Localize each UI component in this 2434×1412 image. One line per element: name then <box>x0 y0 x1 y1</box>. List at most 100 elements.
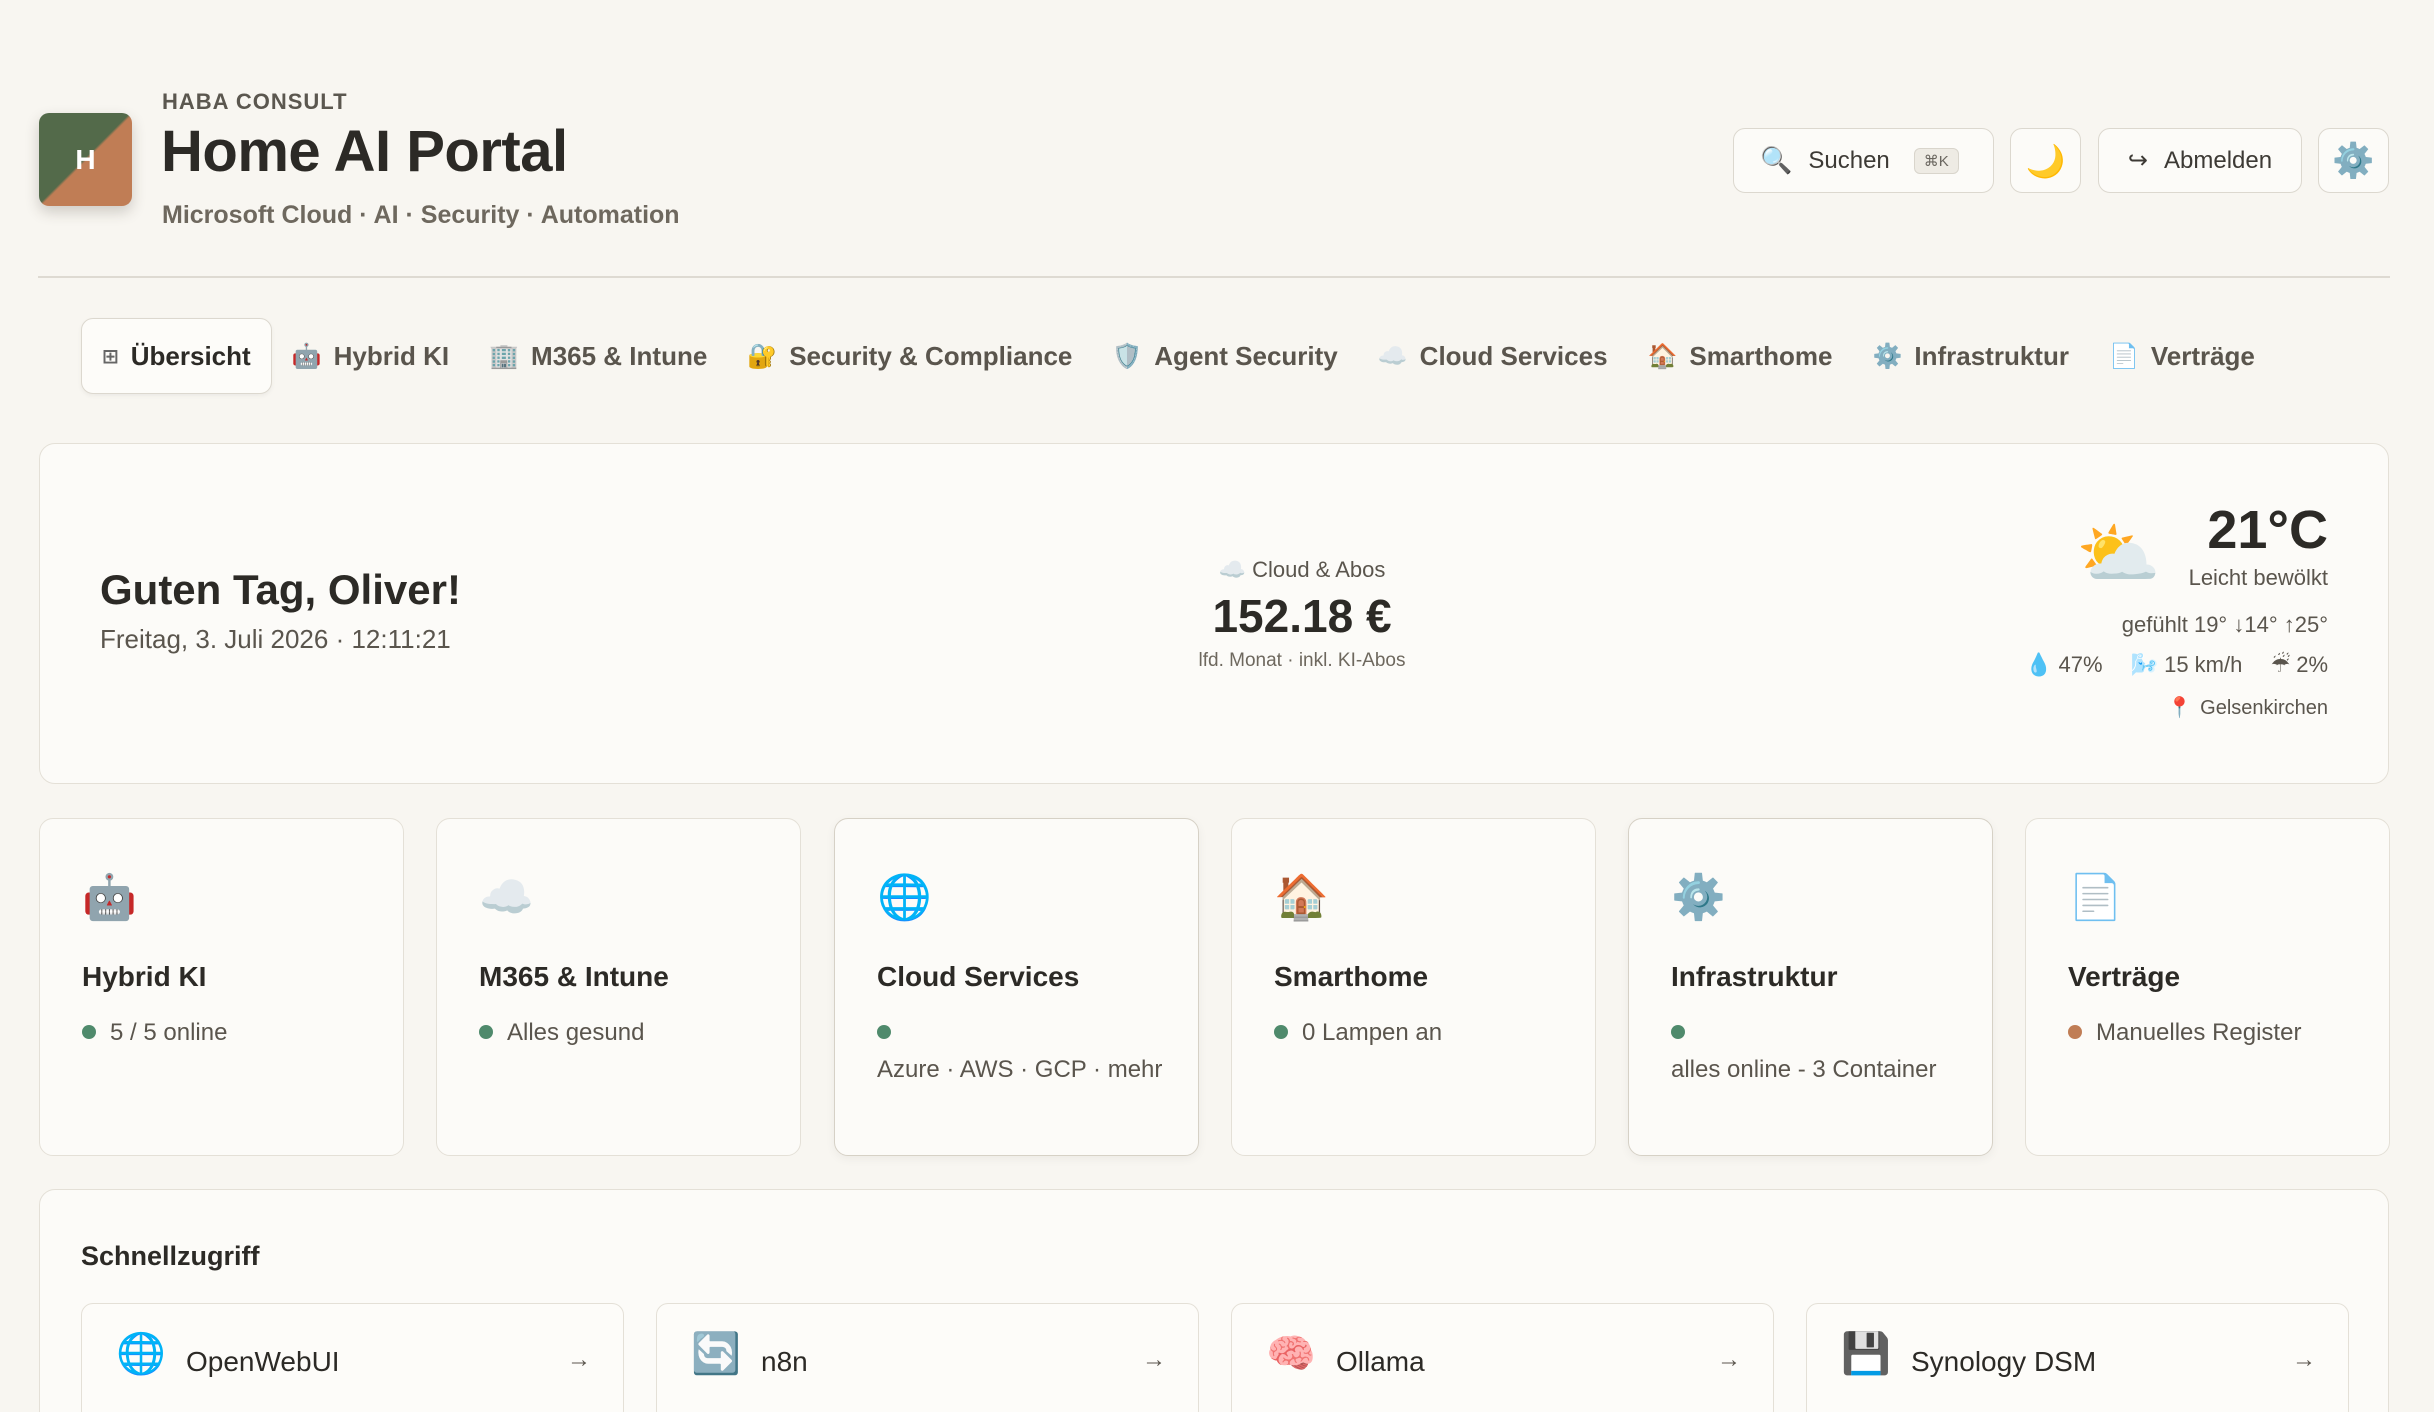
shield-icon: 🛡️ <box>1112 342 1143 370</box>
status-dot <box>2068 1025 2082 1039</box>
service-card-cloud-services[interactable]: 🌐 Cloud Services Azure · AWS · GCP · meh… <box>834 818 1199 1156</box>
location-pin-icon: 📍 <box>2167 697 2193 719</box>
tab-smarthome[interactable]: 🏠 Smarthome <box>1628 318 1853 394</box>
card-title: Verträge <box>2068 961 2181 992</box>
tab-label: Cloud Services <box>1419 340 1608 371</box>
quick-link-n8n[interactable]: 🔄 n8n → <box>656 1303 1199 1412</box>
card-status-text: Manuelles Register <box>2096 1019 2302 1046</box>
service-card-smarthome[interactable]: 🏠 Smarthome 0 Lampen an <box>1231 818 1596 1156</box>
tab-vertraege[interactable]: 📄 Verträge <box>2089 318 2275 394</box>
page-subtitle: Microsoft Cloud · AI · Security · Automa… <box>162 201 680 229</box>
arrow-right-icon: → <box>1142 1346 1166 1373</box>
gear-icon: ⚙️ <box>1872 342 1903 370</box>
tab-label: Agent Security <box>1154 340 1338 371</box>
wind-icon: 🌬️ <box>2130 652 2159 677</box>
tab-m365-intune[interactable]: 🏢 M365 & Intune <box>469 318 727 394</box>
quick-link-synology-dsm[interactable]: 💾 Synology DSM → <box>1806 1303 2349 1412</box>
repeat-icon: 🔄 <box>691 1332 741 1376</box>
service-card-infrastruktur[interactable]: ⚙️ Infrastruktur alles online - 3 Contai… <box>1628 818 1993 1156</box>
search-button[interactable]: 🔍 Suchen ⌘K <box>1733 128 1994 193</box>
quick-link-label: n8n <box>761 1346 808 1377</box>
card-status-text: Azure · AWS · GCP · mehr <box>877 1056 1163 1083</box>
weather-humidity: 47% <box>2058 652 2103 677</box>
card-title: M365 & Intune <box>479 961 669 992</box>
document-icon: 📄 <box>2068 873 2123 922</box>
card-status: Azure · AWS · GCP · mehr <box>877 1014 1168 1088</box>
globe-icon: 🌐 <box>116 1332 166 1376</box>
portal-page: H HABA CONSULT Home AI Portal Microsoft … <box>0 0 2434 1412</box>
robot-icon: 🤖 <box>291 342 322 370</box>
card-status-text: 5 / 5 online <box>110 1019 228 1046</box>
quick-link-ollama[interactable]: 🧠 Ollama → <box>1231 1303 1774 1412</box>
quick-link-openwebui[interactable]: 🌐 OpenWebUI → <box>81 1303 624 1412</box>
tab-label: Security & Compliance <box>789 340 1073 371</box>
logout-label: Abmelden <box>2164 146 2273 174</box>
tab-cloud-services[interactable]: ☁️ Cloud Services <box>1358 318 1628 394</box>
logout-button[interactable]: ↪ Abmelden <box>2098 128 2302 193</box>
card-status: 5 / 5 online <box>82 1014 373 1051</box>
card-status: alles online - 3 Container <box>1671 1014 1962 1088</box>
card-title: Smarthome <box>1274 961 1429 992</box>
weather-location: 📍 Gelsenkirchen <box>2167 695 2328 720</box>
cloud-icon: ☁️ <box>479 873 534 922</box>
greeting-text: Guten Tag, Oliver! <box>100 566 461 613</box>
page-title: Home AI Portal <box>161 119 568 184</box>
card-status: Alles gesund <box>479 1014 770 1051</box>
globe-icon: 🌐 <box>877 873 932 922</box>
droplet-icon: 💧 <box>2025 652 2053 677</box>
house-icon: 🏠 <box>1274 873 1329 922</box>
quick-access-panel: Schnellzugriff 🌐 OpenWebUI → 🔄 n8n → 🧠 O… <box>39 1189 2389 1412</box>
service-card-hybrid-ki[interactable]: 🤖 Hybrid KI 5 / 5 online <box>39 818 404 1156</box>
office-building-icon: 🏢 <box>489 342 520 370</box>
tab-infrastruktur[interactable]: ⚙️ Infrastruktur <box>1852 318 2088 394</box>
card-status-text: alles online - 3 Container <box>1671 1056 1937 1083</box>
umbrella-rain-icon: ☔ <box>2270 652 2291 677</box>
status-dot <box>1274 1025 1288 1039</box>
arrow-right-icon: → <box>1717 1346 1741 1373</box>
robot-icon: 🤖 <box>82 873 137 922</box>
tab-hybrid-ki[interactable]: 🤖 Hybrid KI <box>272 318 469 394</box>
status-dot <box>1671 1025 1685 1039</box>
tab-uebersicht[interactable]: ⊞ Übersicht <box>81 318 272 394</box>
search-icon: 🔍 <box>1760 145 1793 175</box>
card-status-text: Alles gesund <box>507 1019 645 1046</box>
arrow-right-icon: → <box>567 1346 591 1373</box>
brain-icon: 🧠 <box>1266 1332 1316 1376</box>
card-status-text: 0 Lampen an <box>1302 1019 1443 1046</box>
service-card-vertraege[interactable]: 📄 Verträge Manuelles Register <box>2025 818 2390 1156</box>
main-tab-bar: ⊞ Übersicht 🤖 Hybrid KI 🏢 M365 & Intune … <box>81 318 2275 394</box>
tab-label: Verträge <box>2150 340 2255 371</box>
card-title: Infrastruktur <box>1671 961 1838 992</box>
card-title: Hybrid KI <box>82 961 207 992</box>
card-status: 0 Lampen an <box>1274 1014 1565 1051</box>
tab-label: Übersicht <box>130 340 251 371</box>
weather-feels-like: gefühlt 19° ↓14° ↑25° <box>2121 612 2328 637</box>
sun-behind-cloud-icon: ⛅ <box>2076 516 2161 592</box>
moon-icon: 🌙 <box>2025 142 2066 179</box>
location-name: Gelsenkirchen <box>2200 697 2328 719</box>
settings-button[interactable]: ⚙️ <box>2318 128 2389 193</box>
quick-link-label: OpenWebUI <box>186 1346 340 1377</box>
weather-temperature: 21°C <box>2207 500 2328 560</box>
grid-icon: ⊞ <box>102 345 119 368</box>
house-icon: 🏠 <box>1647 342 1678 370</box>
card-title: Cloud Services <box>877 961 1080 992</box>
company-name: HABA CONSULT <box>162 89 348 114</box>
tab-agent-security[interactable]: 🛡️ Agent Security <box>1092 318 1357 394</box>
tab-label: M365 & Intune <box>531 340 708 371</box>
weather-wind: 15 km/h <box>2164 652 2243 677</box>
floppy-disk-icon: 💾 <box>1841 1332 1891 1376</box>
search-label: Suchen <box>1808 146 1890 174</box>
logout-arrow-icon: ↪ <box>2127 147 2149 174</box>
header-divider <box>38 276 2390 278</box>
service-card-m365-intune[interactable]: ☁️ M365 & Intune Alles gesund <box>436 818 801 1156</box>
theme-toggle-button[interactable]: 🌙 <box>2010 128 2081 193</box>
cloud-icon: ☁️ <box>1377 342 1408 370</box>
tab-security-compliance[interactable]: 🔐 Security & Compliance <box>727 318 1092 394</box>
current-datetime: Freitag, 3. Juli 2026 · 12:11:21 <box>100 624 451 654</box>
document-icon: 📄 <box>2108 342 2139 370</box>
lock-key-icon: 🔐 <box>747 342 778 370</box>
gear-icon: ⚙️ <box>1671 873 1726 922</box>
welcome-panel: Guten Tag, Oliver! Freitag, 3. Juli 2026… <box>39 443 2389 784</box>
cloud-cost-subtitle: lfd. Monat · inkl. KI-Abos <box>1198 650 1406 671</box>
